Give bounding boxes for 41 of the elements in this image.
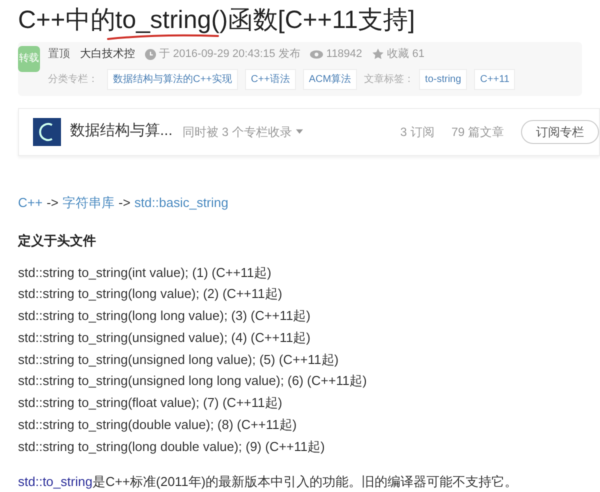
subscriber-count: 3 订阅 — [400, 124, 434, 140]
article-count: 79 篇文章 — [451, 124, 504, 140]
breadcrumb-separator: -> — [118, 194, 130, 212]
signature-line: std::string to_string(long double value); (9) (C++11起) — [18, 438, 326, 456]
breadcrumb-link[interactable]: 字符串库 — [62, 192, 114, 212]
publish-time: 于 2016-09-29 20:43:15 发布 — [159, 47, 300, 62]
signature-line: std::string to_string(unsigned long value); (5) (C++11起) — [18, 350, 340, 369]
favorite-count: 收藏 61 — [387, 46, 424, 62]
star-icon[interactable] — [372, 48, 384, 60]
signature-line: std::string to_string(float value); (7) (C++11起) — [18, 394, 284, 412]
note-text: 是C++标准(2011年)的最新版本中引入的功能。旧的编译器可能不支持它。 — [92, 472, 518, 491]
column-logo — [33, 118, 61, 146]
tags-label: 文章标签： — [364, 72, 414, 86]
signature-line: std::string to_string(long long value); (3) (C++11起) — [18, 307, 312, 326]
also-in-columns[interactable]: 同时被 3 个专栏收录 — [182, 122, 303, 140]
article-title: C++中的to_string()函数[C++11支持] — [18, 6, 415, 34]
view-count: 118942 — [326, 47, 362, 62]
caret-icon — [296, 129, 303, 134]
breadcrumb-separator: -> — [46, 194, 58, 212]
repost-badge: 转载 — [18, 46, 40, 72]
subscribe-button[interactable]: 订阅专栏 — [521, 120, 599, 144]
article-tag[interactable]: C++11 — [474, 68, 516, 90]
signature-line: std::string to_string(double value); (8) (C++11起) — [18, 416, 298, 434]
article-tag[interactable]: to-string — [419, 68, 468, 90]
column-name[interactable]: 数据结构与算... — [70, 120, 173, 143]
author-name[interactable]: 大白技术控 — [80, 46, 135, 62]
category-tag[interactable]: C++语法 — [244, 68, 296, 90]
breadcrumb-link[interactable]: C++ — [18, 192, 43, 212]
signature-line: std::string to_string(unsigned long long value); (6) (C++11起) — [18, 372, 368, 390]
category-tag[interactable]: ACM算法 — [302, 68, 358, 90]
signature-line: std::string to_string(long value); (2) (C++11起) — [18, 285, 284, 304]
eye-icon — [310, 50, 324, 59]
section-heading: 定义于头文件 — [16, 232, 97, 250]
breadcrumb-link[interactable]: std::basic_string — [134, 192, 228, 212]
signature-line: std::string to_string(int value); (1) (C++11起) — [18, 264, 272, 282]
category-label: 分类专栏： — [48, 72, 98, 86]
signature-line: std::string to_string(unsigned value); (4) (C++11起) — [18, 328, 312, 347]
pinned-label: 置顶 — [48, 47, 70, 62]
category-tag[interactable]: 数据结构与算法的C++实现 — [107, 68, 238, 90]
clock-icon — [145, 48, 156, 60]
note-link[interactable]: std::to_string — [18, 472, 92, 492]
